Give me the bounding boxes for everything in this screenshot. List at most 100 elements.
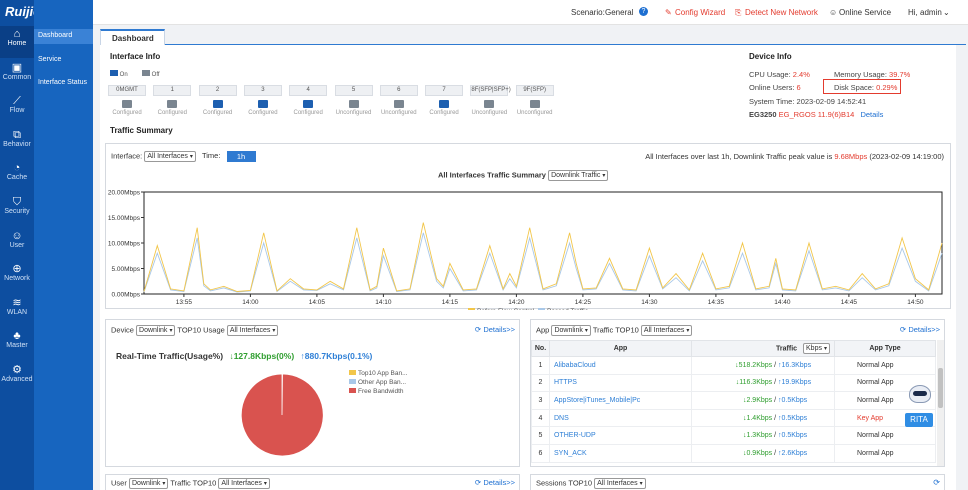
realtime-details-link[interactable]: ⟳ Details>> <box>475 325 515 334</box>
pie-legend-swatch <box>349 388 356 393</box>
config-wizard-link[interactable]: Config Wizard <box>675 8 725 17</box>
port-3[interactable]: 3 Configured <box>243 85 282 116</box>
series-line-passed-traffic <box>143 232 943 293</box>
pie-legend-label[interactable]: Top10 App Ban... <box>358 370 408 377</box>
refresh-icon[interactable]: ⟳ <box>933 478 940 487</box>
sessions-select[interactable]: All Interfaces ▾ <box>594 478 646 489</box>
chevron-down-icon[interactable]: ⌄ <box>943 8 950 17</box>
detect-network-link[interactable]: Detect New Network <box>745 8 818 17</box>
port-9[interactable]: 9F(SFP) Unconfigured <box>515 85 554 116</box>
y-tick-label: 5.00Mbps <box>111 266 140 273</box>
nav-item-cache[interactable]: ◔ Cache <box>0 160 34 192</box>
table-row[interactable]: 6 SYN_ACK ↓0.9Kbps / ↑2.6Kbps Normal App <box>531 443 936 463</box>
interface-filter: Interface: All Interfaces ▾ Time: 1h <box>111 151 256 162</box>
nav-item-advanced[interactable]: ⚙ Advanced <box>0 362 34 394</box>
legend-label[interactable]: Passed Traffic <box>547 308 589 310</box>
port-6[interactable]: 6 Unconfigured <box>379 85 418 116</box>
row-app-name[interactable]: AlibabaCloud <box>549 356 692 375</box>
peak-time: (2023-02-09 14:19:00) <box>869 152 944 161</box>
row-number: 5 <box>531 426 550 445</box>
row-app-name[interactable]: HTTPS <box>549 373 692 393</box>
online-users-value[interactable]: 6 <box>797 83 801 92</box>
chart-direction-select[interactable]: Downlink Traffic ▾ <box>548 170 609 181</box>
home-icon: ⌂ <box>13 28 21 40</box>
traffic-top10-select[interactable]: All Interfaces ▾ <box>640 325 693 336</box>
nav-item-wlan[interactable]: ≋ WLAN <box>0 295 34 327</box>
config-wizard-icon[interactable]: ✎ <box>665 8 672 17</box>
refresh-icon[interactable]: ⟳ <box>900 325 906 334</box>
nav-item-network[interactable]: ⊕ Network <box>0 261 34 293</box>
port-5[interactable]: 5 Unconfigured <box>334 85 373 116</box>
row-app-name[interactable]: SYN_ACK <box>549 443 692 463</box>
nav-item-user[interactable]: ☺ User <box>0 228 34 260</box>
help-icon[interactable]: ? <box>639 7 648 16</box>
wifi-icon: ≋ <box>12 296 22 309</box>
nav-item-flow[interactable]: ⟋ Flow <box>0 93 34 125</box>
online-service-link[interactable]: Online Service <box>839 8 891 17</box>
port-2[interactable]: 2 Configured <box>198 85 237 116</box>
app-table-body: 1 AlibabaCloud ↓518.2Kbps / ↑16.3Kbps Norma… <box>531 356 936 463</box>
top-bar: Scenario: General ? ✎ Config Wizard ⎘ De… <box>93 0 968 25</box>
port-status: Unconfigured <box>380 110 417 116</box>
top10-usage-select[interactable]: All Interfaces ▾ <box>226 325 279 336</box>
table-row[interactable]: 5 OTHER-UDP ↓1.3Kbps / ↑0.5Kbps Normal App <box>531 426 936 445</box>
row-number: 2 <box>531 373 550 393</box>
app-label: App <box>536 325 550 335</box>
row-app-name[interactable]: OTHER-UDP <box>549 426 692 445</box>
port-4[interactable]: 4 Configured <box>289 85 328 116</box>
interface-select[interactable]: All Interfaces ▾ <box>144 151 196 162</box>
rita-badge[interactable]: RITA <box>905 413 933 427</box>
app-details-link[interactable]: ⟳ Details>> <box>900 325 940 334</box>
pie-legend-label[interactable]: Other App Ban... <box>358 379 406 386</box>
table-row[interactable]: 1 AlibabaCloud ↓518.2Kbps / ↑16.3Kbps Norma… <box>531 356 936 375</box>
x-tick-label: 14:15 <box>442 299 459 306</box>
row-app-name[interactable]: AppStore|iTunes_Mobile|Pc <box>549 391 692 410</box>
sessions-label: Sessions TOP10 <box>536 478 593 488</box>
row-number: 1 <box>531 356 550 375</box>
table-row[interactable]: 4 DNS ↓1.4Kbps / ↑0.5Kbps Key App <box>531 408 936 428</box>
nav-item-security[interactable]: ⛉ Security <box>0 194 34 226</box>
pie-legend-label[interactable]: Free Bandwidth <box>358 388 404 395</box>
nav-item-behavior[interactable]: ⧉ Behavior <box>0 127 34 159</box>
table-row[interactable]: 3 AppStore|iTunes_Mobile|Pc ↓2.9Kbps / ↑0.… <box>531 391 936 410</box>
details-link[interactable]: Details <box>860 110 883 119</box>
table-row[interactable]: 2 HTTPS ↓116.3Kbps / ↑19.9Kbps Normal App <box>531 373 936 393</box>
subnav-dashboard[interactable]: Dashboard <box>34 29 93 44</box>
user-menu[interactable]: Hi, admin <box>908 8 942 17</box>
y-tick-label: 20.00Mbps <box>108 190 141 197</box>
port-7[interactable]: 7 Configured <box>425 85 464 116</box>
nav-item-master[interactable]: ♣ Master <box>0 328 34 360</box>
rita-assistant[interactable]: RITA <box>901 385 941 430</box>
row-app-name[interactable]: DNS <box>549 408 692 428</box>
series-line-before-flow-control <box>143 222 943 292</box>
detect-network-icon[interactable]: ⎘ <box>735 8 741 18</box>
port-1[interactable]: 1 Configured <box>153 85 192 116</box>
user-top10-select[interactable]: All Interfaces ▾ <box>218 478 270 489</box>
port-8[interactable]: 8F(SFP|SFP+) Unconfigured <box>470 85 511 116</box>
refresh-icon[interactable]: ⟳ <box>475 325 481 334</box>
y-tick-label: 10.00Mbps <box>108 241 141 248</box>
scenario-value[interactable]: General <box>605 8 633 17</box>
cpu-usage: CPU Usage: 2.4% <box>749 70 810 79</box>
user-direction-select[interactable]: Downlink ▾ <box>128 478 169 489</box>
legend-label[interactable]: Before Flow Control <box>477 308 535 310</box>
caret-down-icon: ▾ <box>639 481 643 487</box>
time-range-1h-button[interactable]: 1h <box>226 151 256 162</box>
nav-item-home[interactable]: ⌂ Home <box>0 26 34 58</box>
row-traffic: ↓116.3Kbps / ↑19.9Kbps <box>691 373 835 393</box>
nav-item-common[interactable]: ▣ Common <box>0 60 34 92</box>
port-status: Unconfigured <box>471 110 508 116</box>
online-service-icon[interactable]: ☺ <box>829 8 837 17</box>
app-direction-select[interactable]: Downlink ▾ <box>551 325 591 336</box>
device-direction-select[interactable]: Downlink ▾ <box>136 325 176 336</box>
port-0[interactable]: 0MGMT Configured <box>108 85 146 116</box>
top10-usage-label: TOP10 Usage <box>177 325 225 335</box>
subnav-service[interactable]: Service <box>34 53 93 68</box>
row-traffic: ↓518.2Kbps / ↑16.3Kbps <box>691 356 835 375</box>
user-details-link[interactable]: ⟳ Details>> <box>475 478 515 487</box>
tab-dashboard[interactable]: Dashboard <box>100 29 165 45</box>
traffic-unit-select[interactable]: Kbps ▾ <box>803 343 830 354</box>
subnav-interface-status[interactable]: Interface Status <box>34 76 93 91</box>
refresh-icon[interactable]: ⟳ <box>475 478 481 487</box>
port-number: 0MGMT <box>108 85 146 96</box>
